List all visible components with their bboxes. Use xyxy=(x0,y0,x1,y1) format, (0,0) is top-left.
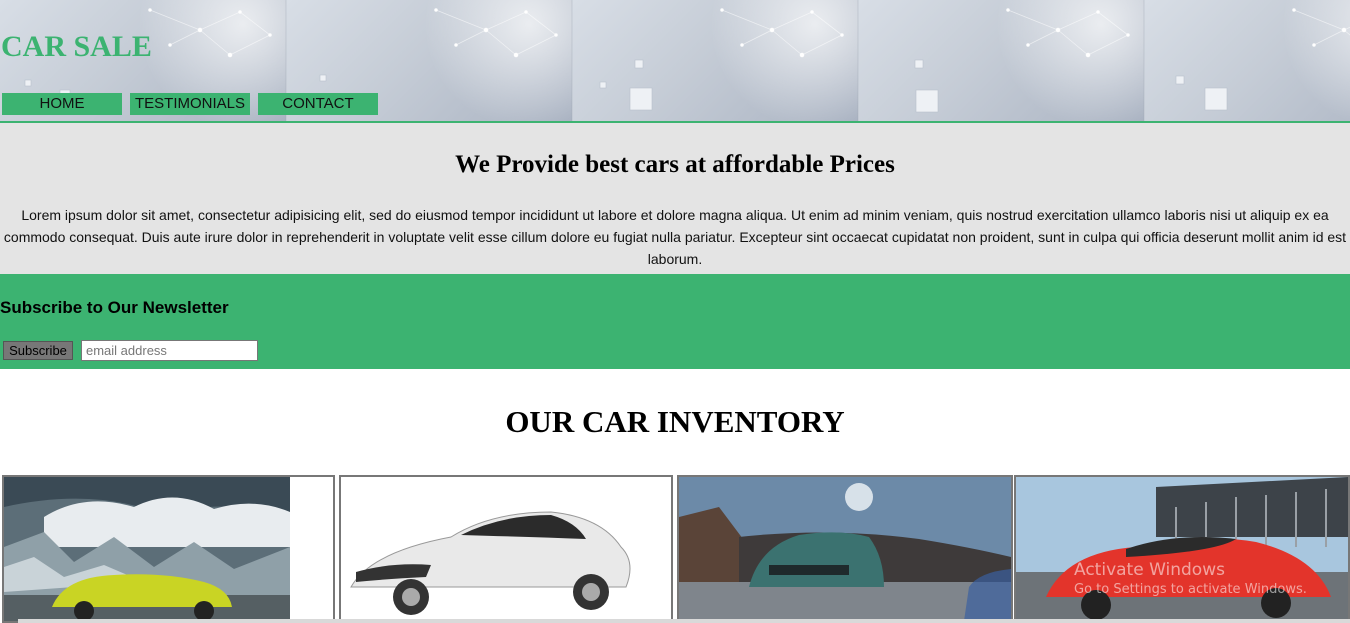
car-card-3[interactable] xyxy=(677,475,1013,623)
car-image-red-coupe xyxy=(1016,477,1348,621)
subscribe-button[interactable]: Subscribe xyxy=(3,341,73,360)
main-nav: HOME TESTIMONIALS CONTACT xyxy=(2,93,378,115)
inventory-heading: OUR CAR INVENTORY xyxy=(505,404,845,439)
newsletter-section: Subscribe to Our Newsletter Subscribe xyxy=(0,274,1350,369)
newsletter-heading: Subscribe to Our Newsletter xyxy=(0,298,229,317)
site-header: CAR SALE HOME TESTIMONIALS CONTACT xyxy=(0,0,1350,123)
nav-home-link[interactable]: HOME xyxy=(2,93,122,115)
watermark-subtitle: Go to Settings to activate Windows. xyxy=(1074,582,1307,597)
car-image-yellow-coupe xyxy=(4,477,290,621)
watermark-title: Activate Windows xyxy=(1074,560,1225,580)
car-image-teal-hatchback xyxy=(679,477,1011,621)
nav-contact-link[interactable]: CONTACT xyxy=(258,93,378,115)
site-logo-title: CAR SALE xyxy=(1,30,152,63)
car-card-1[interactable] xyxy=(2,475,335,623)
car-image-white-sports-car xyxy=(341,477,671,621)
car-card-2[interactable] xyxy=(339,475,673,623)
nav-testimonials-link[interactable]: TESTIMONIALS xyxy=(130,93,250,115)
car-card-4[interactable] xyxy=(1014,475,1350,623)
os-activation-watermark: Activate Windows Go to Settings to activ… xyxy=(1074,560,1307,597)
intro-paragraph: Lorem ipsum dolor sit amet, consectetur … xyxy=(3,207,1347,267)
email-input[interactable] xyxy=(81,340,258,361)
horizontal-scrollbar[interactable] xyxy=(18,619,1350,623)
intro-section: We Provide best cars at affordable Price… xyxy=(0,123,1350,274)
intro-heading: We Provide best cars at affordable Price… xyxy=(455,151,895,178)
